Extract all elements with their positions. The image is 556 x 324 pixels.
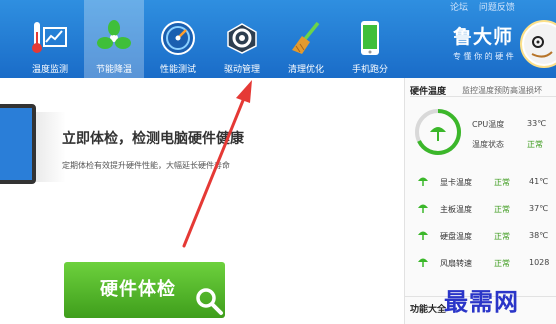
board-temp-label: 主板温度 (440, 205, 472, 214)
disk-temp-status: 正常 (494, 232, 510, 241)
umbrella-icon (418, 204, 428, 213)
temp-state-label: 温度状态 (472, 140, 504, 149)
umbrella-icon (418, 231, 428, 240)
functions-title: 功能大全 (410, 305, 447, 315)
fan-speed-status: 正常 (494, 259, 510, 268)
cpu-temp-value: 33℃ (527, 119, 547, 128)
panel-divider (410, 96, 556, 97)
panel-desc: 监控温度预防高温损坏 (462, 86, 542, 95)
disk-temp-value: 38℃ (529, 231, 549, 240)
watermark: 最需网 (444, 287, 519, 316)
gpu-temp-status: 正常 (494, 178, 510, 187)
disk-temp-label: 硬盘温度 (440, 232, 472, 241)
gpu-temp-value: 41℃ (529, 177, 549, 186)
gpu-temp-label: 显卡温度 (440, 178, 472, 187)
board-temp-value: 37℃ (529, 204, 549, 213)
fan-speed-label: 风扇转速 (440, 259, 472, 268)
umbrella-icon (418, 258, 428, 267)
temp-state-value: 正常 (527, 140, 543, 149)
board-temp-status: 正常 (494, 205, 510, 214)
cpu-temp-gauge (415, 109, 461, 155)
cpu-temp-label: CPU温度 (472, 120, 505, 129)
fan-speed-value: 1028 (529, 258, 550, 267)
umbrella-icon (418, 177, 428, 186)
